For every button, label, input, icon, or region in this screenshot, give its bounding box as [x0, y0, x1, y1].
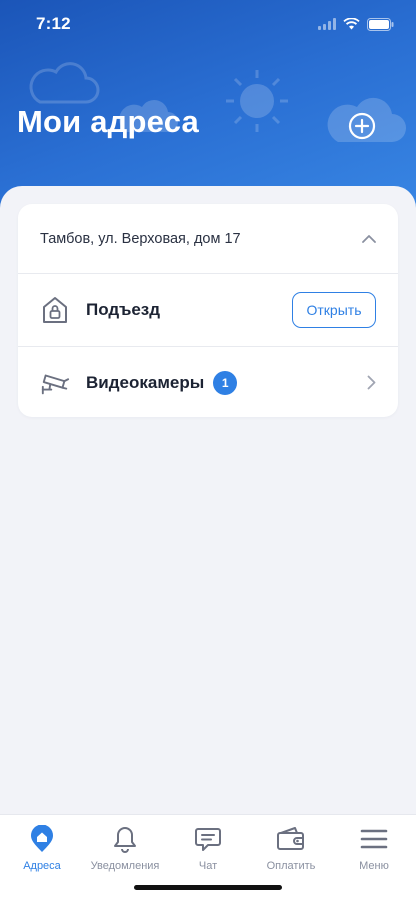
status-bar: 7:12: [0, 0, 416, 48]
tab-menu[interactable]: Меню: [332, 821, 416, 877]
sun-decoration-icon: [226, 70, 288, 132]
add-address-button[interactable]: [346, 110, 378, 142]
tab-label: Адреса: [23, 860, 61, 872]
plus-circle-icon: [348, 112, 376, 140]
tab-chat[interactable]: Чат: [166, 821, 250, 877]
house-lock-icon: [40, 295, 70, 325]
home-indicator: [134, 885, 282, 890]
open-entrance-button[interactable]: Открыть: [292, 292, 376, 328]
tab-notifications[interactable]: Уведомления: [83, 821, 167, 877]
chevron-right-icon: [367, 375, 376, 390]
address-card-header[interactable]: Тамбов, ул. Верховая, дом 17: [18, 204, 398, 274]
wallet-icon: [276, 824, 306, 854]
tab-addresses[interactable]: Адреса: [0, 821, 84, 877]
cameras-count-badge: 1: [213, 370, 238, 395]
bell-icon: [110, 824, 140, 854]
cameras-label: Видеокамеры: [86, 372, 205, 392]
tab-pay[interactable]: Оплатить: [249, 821, 333, 877]
page-title: Мои адреса: [17, 104, 199, 139]
cellular-signal-icon: [318, 18, 336, 30]
cloud-decoration-icon: [29, 62, 100, 104]
content-sheet: Тамбов, ул. Верховая, дом 17 Подъезд Отк…: [0, 186, 416, 900]
entrance-label: Подъезд: [86, 300, 161, 319]
tab-label: Меню: [359, 860, 389, 872]
address-text: Тамбов, ул. Верховая, дом 17: [40, 230, 241, 247]
tab-label: Оплатить: [266, 860, 316, 872]
security-camera-icon: [40, 368, 70, 398]
status-icons: [318, 17, 394, 31]
cameras-row[interactable]: Видеокамеры 1: [18, 346, 398, 418]
tab-label: Уведомления: [90, 860, 160, 872]
address-card: Тамбов, ул. Верховая, дом 17 Подъезд Отк…: [18, 204, 398, 417]
home-pin-icon: [27, 824, 57, 854]
menu-icon: [359, 824, 389, 854]
entrance-row: Подъезд Открыть: [18, 274, 398, 346]
wifi-icon: [343, 18, 360, 30]
tab-label: Чат: [198, 860, 218, 872]
status-time: 7:12: [36, 14, 71, 33]
battery-icon: [367, 17, 394, 31]
chat-icon: [193, 824, 223, 854]
chevron-up-icon[interactable]: [362, 234, 376, 243]
